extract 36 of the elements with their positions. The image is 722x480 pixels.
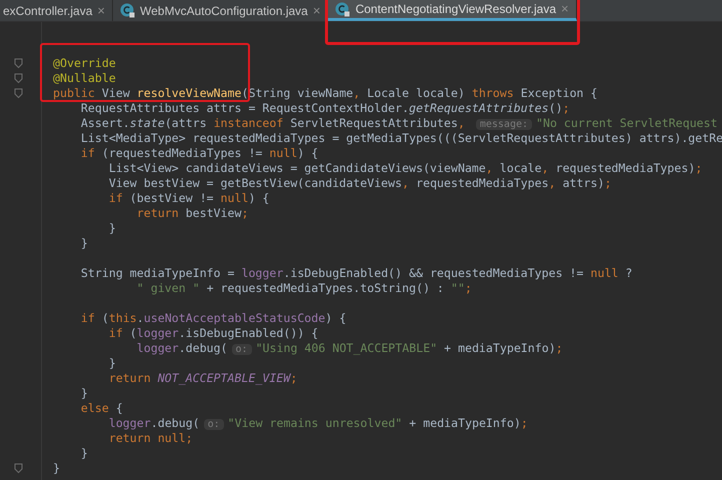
code-line: View bestView = getBestView(candidateViews, requestedMediaTypes, attrs); — [108, 176, 612, 190]
fold-marker-icon[interactable] — [14, 88, 23, 99]
code-line: @Override — [53, 56, 116, 70]
code-line: return NOT_ACCEPTABLE_VIEW; — [108, 371, 298, 385]
code-line: } — [108, 356, 116, 370]
code-line: } — [80, 446, 88, 460]
code-line: RequestAttributes attrs = RequestContextHolder.getRequestAttributes(); — [80, 101, 570, 115]
code-line: if (bestView != null) { — [108, 191, 270, 205]
code-line: Assert.state(attrs instanceof ServletRequestAttributes, message: "No current ServletRequest — [80, 116, 718, 130]
code-line: " given " + requestedMediaTypes.toString() : ""; — [136, 281, 472, 295]
fold-marker-icon[interactable] — [14, 73, 23, 84]
code-line: if (this.useNotAcceptableStatusCode) { — [80, 311, 346, 325]
code-line: if (requestedMediaTypes != null) { — [80, 146, 318, 160]
code-line: List<View> candidateViews = getCandidateViews(viewName, locale, requestedMediaTypes); — [108, 161, 702, 175]
code-line: else { — [80, 401, 123, 415]
code-line: } — [80, 386, 88, 400]
fold-marker-icon[interactable] — [14, 58, 23, 69]
code-line: if (logger.isDebugEnabled()) { — [108, 326, 318, 340]
tab-label: exController.java — [3, 2, 92, 20]
code-line: String mediaTypeInfo = logger.isDebugEnabled() && requestedMediaTypes != null ? — [80, 266, 632, 280]
close-tab-button[interactable]: × — [97, 0, 105, 20]
code-line: return null; — [108, 431, 193, 445]
code-line: } — [53, 461, 60, 475]
tab-label: WebMvcAutoConfiguration.java — [140, 2, 308, 20]
code-line: List<MediaType> requestedMediaTypes = getMediaTypes(((ServletRequestAttributes) attrs).getRe — [80, 131, 722, 145]
editor-tab[interactable]: exController.java × — [0, 0, 113, 21]
tab-label: ContentNegotiatingViewResolver.java — [355, 1, 556, 18]
code-line: } — [108, 221, 116, 235]
code-line: logger.debug( o: "View remains unresolved" + mediaTypeInfo); — [108, 416, 528, 430]
code-line: @Nullable — [53, 71, 116, 85]
code-line: } — [80, 236, 88, 250]
fold-marker-icon[interactable] — [14, 463, 23, 474]
code-line: logger.debug( o: "Using 406 NOT_ACCEPTABLE" + mediaTypeInfo); — [136, 341, 563, 355]
code-line: return bestView; — [136, 206, 248, 220]
close-tab-button[interactable]: × — [312, 0, 320, 20]
editor-tab[interactable]: ContentNegotiatingViewResolver.java × — [328, 0, 577, 21]
